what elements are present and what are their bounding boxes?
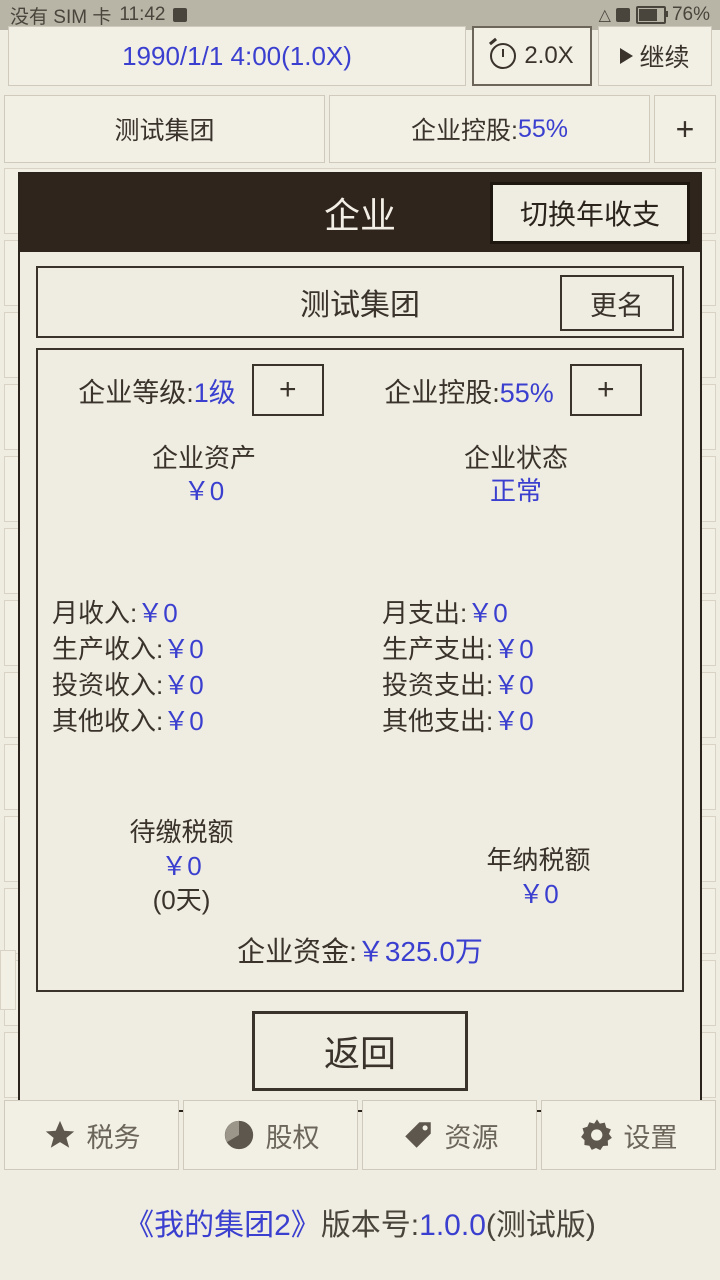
game-screen: 没有 SIM 卡 11:42 △ 76% 1990/1/1 4:00(1.0X)… [0, 0, 720, 1280]
background-side-panel [0, 950, 16, 1010]
back-button[interactable]: 返回 [252, 1011, 468, 1091]
tax-due-days: (0天) [152, 884, 211, 915]
asset-status-row: 企业资产 ￥0 企业状态 正常 [48, 442, 672, 507]
bottom-nav: 税务 股权 资源 设置 [0, 1100, 720, 1170]
star-icon [43, 1118, 77, 1152]
switch-yearly-button[interactable]: 切换年收支 [490, 182, 690, 244]
company-holding-text: 企业控股:55% [384, 377, 554, 408]
tax-year-label: 年纳税额 [486, 845, 591, 875]
company-info-panel: 企业等级:1级 + 企业控股:55% + 企业资产 ￥0 企业状态 正常 月收入… [36, 348, 684, 992]
company-funds: 企业资金:￥325.0万 [38, 930, 682, 970]
game-date-display: 1990/1/1 4:00(1.0X) [8, 26, 466, 86]
stopwatch-icon [490, 43, 517, 69]
expense-column: 月支出:￥0 生产支出:￥0 投资支出:￥0 其他支出:￥0 [338, 596, 668, 740]
dialog-body: 测试集团 更名 企业等级:1级 + 企业控股:55% + 企业资产 ￥0 企业状… [20, 252, 700, 992]
company-assets: 企业资产 ￥0 [48, 442, 360, 507]
company-level-group: 企业等级:1级 + [78, 364, 324, 416]
nav-item-tax[interactable]: 税务 [4, 1100, 179, 1170]
nav-item-resource[interactable]: 资源 [362, 1100, 537, 1170]
nav-item-equity-label: 股权 [265, 1122, 320, 1153]
speed-label: 2.0X [524, 42, 574, 69]
company-funds-value: ￥325.0万 [356, 936, 483, 967]
company-tab-row: 测试集团 企业控股: 55% + [0, 95, 720, 163]
footer-version-value: 1.0.0 [419, 1209, 486, 1242]
footer-build: (测试版) [485, 1209, 596, 1242]
company-holding-group: 企业控股:55% + [384, 364, 642, 416]
continue-label: 继续 [639, 44, 690, 72]
income-expense-block: 月收入:￥0 生产收入:￥0 投资收入:￥0 其他收入:￥0 月支出:￥0 生产… [52, 596, 668, 740]
level-up-button[interactable]: + [251, 364, 324, 416]
income-column: 月收入:￥0 生产收入:￥0 投资收入:￥0 其他收入:￥0 [52, 596, 338, 740]
nav-item-settings-label: 设置 [623, 1122, 678, 1153]
rename-button[interactable]: 更名 [560, 275, 674, 331]
footer-version-label: 版本号: [320, 1209, 420, 1242]
company-assets-value: ￥0 [183, 475, 225, 506]
income-row: 生产收入:￥0 [52, 633, 204, 664]
company-status-label: 企业状态 [463, 443, 568, 473]
footer-version: 《我的集团2》版本号:1.0.0(测试版) [0, 1200, 720, 1244]
company-status: 企业状态 正常 [360, 442, 672, 507]
company-funds-label: 企业资金: [237, 936, 357, 967]
expense-row: 月支出:￥0 [382, 598, 508, 628]
nav-item-tax-label: 税务 [86, 1122, 141, 1153]
tax-year-value: ￥0 [518, 878, 559, 909]
holding-up-button[interactable]: + [569, 364, 642, 416]
expense-row: 生产支出:￥0 [382, 633, 534, 664]
company-status-value: 正常 [489, 475, 542, 506]
tab-holding[interactable]: 企业控股: 55% [329, 95, 650, 163]
dialog-footer: 返回 [20, 992, 700, 1110]
play-icon [620, 48, 634, 64]
company-name-box: 测试集团 更名 [36, 266, 684, 338]
company-assets-label: 企业资产 [151, 443, 256, 473]
tab-group-name[interactable]: 测试集团 [4, 95, 325, 163]
company-dialog: 企业 切换年收支 测试集团 更名 企业等级:1级 + 企业控股:55% + 企业… [18, 172, 702, 1112]
expense-row: 投资支出:￥0 [382, 669, 534, 700]
level-holding-row: 企业等级:1级 + 企业控股:55% + [48, 364, 672, 416]
add-company-button[interactable]: + [654, 95, 716, 163]
nav-item-resource-label: 资源 [444, 1122, 499, 1153]
tax-block: 待缴税额 ￥0 (0天) 年纳税额 ￥0 [38, 816, 682, 917]
tax-due-value: ￥0 [161, 850, 202, 881]
nav-item-equity[interactable]: 股权 [183, 1100, 358, 1170]
pie-chart-icon [222, 1118, 256, 1152]
speed-button[interactable]: 2.0X [472, 26, 592, 86]
footer-game-title: 《我的集团2》 [124, 1209, 321, 1242]
tab-holding-label: 企业控股: [411, 117, 518, 145]
income-row: 月收入:￥0 [52, 598, 178, 628]
top-bar: 1990/1/1 4:00(1.0X) 2.0X 继续 [0, 20, 720, 92]
income-row: 投资收入:￥0 [52, 669, 204, 700]
nav-item-settings[interactable]: 设置 [541, 1100, 716, 1170]
tag-icon [401, 1118, 435, 1152]
income-row: 其他收入:￥0 [52, 705, 204, 736]
company-level-text: 企业等级:1级 [78, 377, 236, 408]
tax-due-label: 待缴税额 [129, 817, 234, 847]
continue-button[interactable]: 继续 [598, 26, 712, 86]
dialog-header: 企业 切换年收支 [20, 174, 700, 252]
tax-due-group: 待缴税额 ￥0 (0天) [38, 816, 365, 917]
gear-icon [580, 1118, 614, 1152]
tab-holding-value: 55% [517, 114, 568, 143]
tax-year-group: 年纳税额 ￥0 [365, 816, 682, 917]
dialog-title: 企业 [323, 195, 396, 236]
expense-row: 其他支出:￥0 [382, 705, 534, 736]
company-name-label: 测试集团 [300, 289, 420, 322]
